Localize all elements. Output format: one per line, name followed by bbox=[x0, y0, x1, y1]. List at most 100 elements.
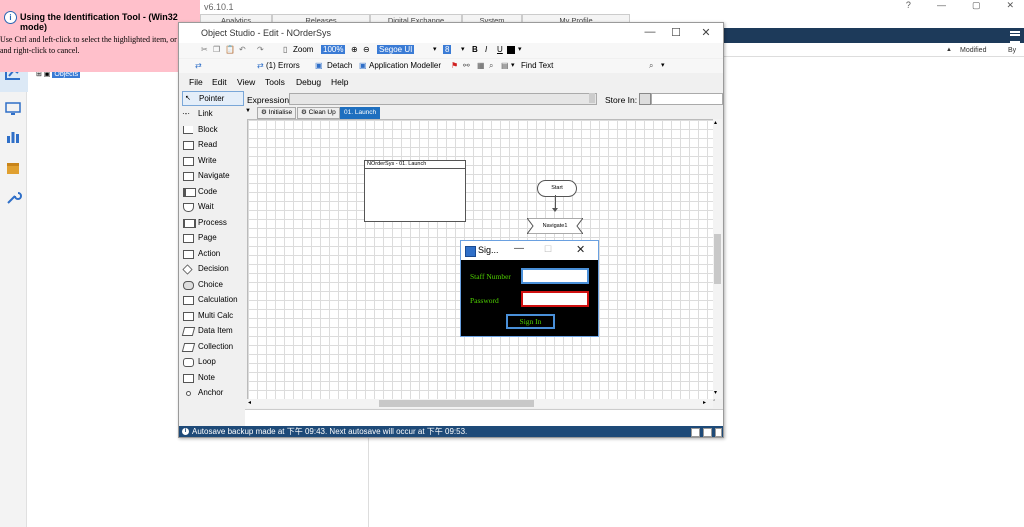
palette-collection[interactable]: Collection bbox=[181, 340, 242, 353]
horizontal-scroll-thumb[interactable] bbox=[379, 400, 534, 407]
monitor-icon[interactable] bbox=[4, 101, 22, 117]
palette-loop[interactable]: Loop bbox=[182, 355, 242, 368]
minimize-button[interactable]: — bbox=[937, 0, 946, 11]
resize-grip-icon[interactable] bbox=[715, 428, 722, 437]
font-size-select[interactable]: 8 bbox=[443, 45, 452, 54]
font-select[interactable]: Segoe UI bbox=[377, 45, 415, 54]
expression-expand-button[interactable] bbox=[589, 93, 595, 103]
cut-icon[interactable]: ✂ bbox=[201, 45, 208, 54]
wrench-icon[interactable] bbox=[4, 190, 22, 206]
palette-data-item[interactable]: Data Item bbox=[181, 324, 242, 337]
find-icon[interactable]: ⌕ bbox=[649, 61, 653, 71]
tab-initialise[interactable]: ⚙ Initialise bbox=[257, 107, 297, 119]
start-stage[interactable]: Start bbox=[537, 180, 577, 197]
palette-code[interactable]: Code bbox=[182, 185, 242, 198]
color-swatch[interactable] bbox=[507, 46, 515, 54]
store-in-checkbox[interactable] bbox=[639, 93, 651, 105]
page-list-dropdown-icon[interactable]: ▼ bbox=[245, 108, 253, 116]
zoom-select[interactable]: 100% bbox=[321, 45, 346, 54]
menu-file[interactable]: File bbox=[189, 77, 203, 87]
help-button[interactable]: ? bbox=[906, 0, 911, 11]
paste-icon[interactable]: 📋 bbox=[225, 45, 235, 54]
package-icon[interactable] bbox=[4, 160, 22, 176]
italic-button[interactable]: I bbox=[485, 45, 487, 54]
scroll-left-icon[interactable]: ◂ bbox=[248, 399, 251, 406]
sort-caret-icon[interactable]: ▲ bbox=[946, 47, 952, 53]
palette-write[interactable]: Write bbox=[182, 154, 242, 167]
redo-icon[interactable]: ↷ bbox=[257, 45, 264, 54]
close-button[interactable]: ✕ bbox=[699, 26, 713, 39]
palette-page[interactable]: Page bbox=[182, 231, 242, 244]
maximize-button[interactable]: ▢ bbox=[972, 0, 981, 11]
application-modeller-button[interactable]: Application Modeller bbox=[369, 61, 441, 70]
column-modified[interactable]: Modified bbox=[960, 47, 986, 54]
minimize-button[interactable]: — bbox=[514, 243, 524, 254]
expression-input[interactable] bbox=[289, 93, 597, 105]
palette-multi-calc[interactable]: Multi Calc bbox=[182, 309, 242, 322]
sign-in-button[interactable]: Sign In bbox=[506, 314, 555, 329]
palette-decision[interactable]: Decision bbox=[182, 262, 242, 275]
status-edit-icon[interactable] bbox=[703, 428, 712, 437]
menu-edit[interactable]: Edit bbox=[212, 77, 227, 87]
staff-number-input[interactable] bbox=[521, 268, 589, 284]
minimize-button[interactable]: — bbox=[643, 26, 657, 38]
column-by[interactable]: By bbox=[1008, 47, 1016, 54]
menu-help[interactable]: Help bbox=[331, 77, 348, 87]
detach-icon[interactable]: ▣ bbox=[315, 61, 323, 70]
search-icon[interactable]: ⌕ bbox=[489, 61, 493, 71]
navigate-stage[interactable]: Navigate1 bbox=[527, 218, 583, 234]
find-text-label[interactable]: Find Text bbox=[521, 61, 553, 70]
refresh-icon[interactable]: ⇄ bbox=[195, 61, 202, 70]
palette-pointer[interactable]: ↖ Pointer bbox=[182, 91, 244, 106]
canvas-block[interactable]: NOrderSys - 01. Launch bbox=[364, 160, 466, 222]
detach-button[interactable]: Detach bbox=[327, 61, 352, 70]
palette-link[interactable]: ·-· Link bbox=[182, 107, 242, 120]
dropdown-chevron-icon[interactable]: ▾ bbox=[661, 61, 665, 69]
scroll-right-icon[interactable]: ▸ bbox=[703, 399, 706, 406]
zoom-out-icon[interactable]: ⊖ bbox=[363, 45, 370, 54]
scroll-up-icon[interactable]: ▴ bbox=[714, 119, 717, 126]
dropdown-chevron-icon[interactable]: ▾ bbox=[511, 61, 515, 69]
analytics-chart-icon[interactable] bbox=[4, 129, 22, 145]
maximize-button[interactable]: ☐ bbox=[669, 26, 683, 39]
copy-icon[interactable]: ❐ bbox=[213, 45, 220, 54]
zoom-in-icon[interactable]: ⊕ bbox=[351, 45, 358, 54]
horizontal-scrollbar[interactable]: ◂ ▸ bbox=[247, 399, 713, 408]
palette-read[interactable]: Read bbox=[182, 138, 242, 151]
grid-icon[interactable]: ▦ bbox=[477, 61, 485, 70]
scroll-down-icon[interactable]: ▾ bbox=[714, 389, 717, 396]
dropdown-chevron-icon[interactable]: ▾ bbox=[433, 45, 437, 53]
password-input[interactable] bbox=[521, 291, 589, 307]
vertical-scrollbar[interactable]: ▴ ▾ bbox=[713, 119, 722, 399]
menu-tools[interactable]: Tools bbox=[265, 77, 285, 87]
hamburger-menu-icon[interactable] bbox=[1010, 31, 1020, 43]
palette-anchor[interactable]: Anchor bbox=[182, 386, 242, 399]
maximize-button[interactable]: ☐ bbox=[544, 244, 552, 255]
store-in-input[interactable] bbox=[651, 93, 723, 105]
tab-clean-up[interactable]: ⚙ Clean Up bbox=[297, 107, 340, 119]
validate-icon[interactable]: ⇄ bbox=[257, 61, 264, 70]
palette-choice[interactable]: Choice bbox=[182, 278, 242, 291]
errors-button[interactable]: (1) Errors bbox=[266, 61, 300, 70]
underline-button[interactable]: U bbox=[497, 45, 503, 54]
dropdown-chevron-icon[interactable]: ▾ bbox=[518, 45, 522, 53]
palette-calculation[interactable]: Calculation bbox=[182, 293, 242, 306]
palette-action[interactable]: Action bbox=[182, 247, 242, 260]
status-page-icon[interactable] bbox=[691, 428, 700, 437]
palette-wait[interactable]: Wait bbox=[182, 200, 242, 213]
palette-note[interactable]: Note bbox=[182, 371, 242, 384]
menu-view[interactable]: View bbox=[237, 77, 255, 87]
palette-process[interactable]: Process bbox=[182, 216, 242, 229]
menu-debug[interactable]: Debug bbox=[296, 77, 321, 87]
close-button[interactable]: ✕ bbox=[576, 243, 585, 256]
application-modeller-icon[interactable]: ▣ bbox=[359, 61, 367, 70]
tab-launch[interactable]: 01. Launch bbox=[340, 107, 381, 119]
palette-block[interactable]: Block bbox=[182, 123, 242, 136]
close-button[interactable]: ✕ bbox=[1006, 0, 1014, 11]
link-icon[interactable]: ⚯ bbox=[463, 61, 470, 70]
vertical-scroll-thumb[interactable] bbox=[714, 234, 721, 284]
undo-icon[interactable]: ↶ bbox=[239, 45, 246, 54]
page-icon[interactable]: ▯ bbox=[283, 45, 287, 54]
dropdown-chevron-icon[interactable]: ▾ bbox=[461, 45, 465, 53]
table-icon[interactable]: ▤ bbox=[501, 61, 509, 70]
